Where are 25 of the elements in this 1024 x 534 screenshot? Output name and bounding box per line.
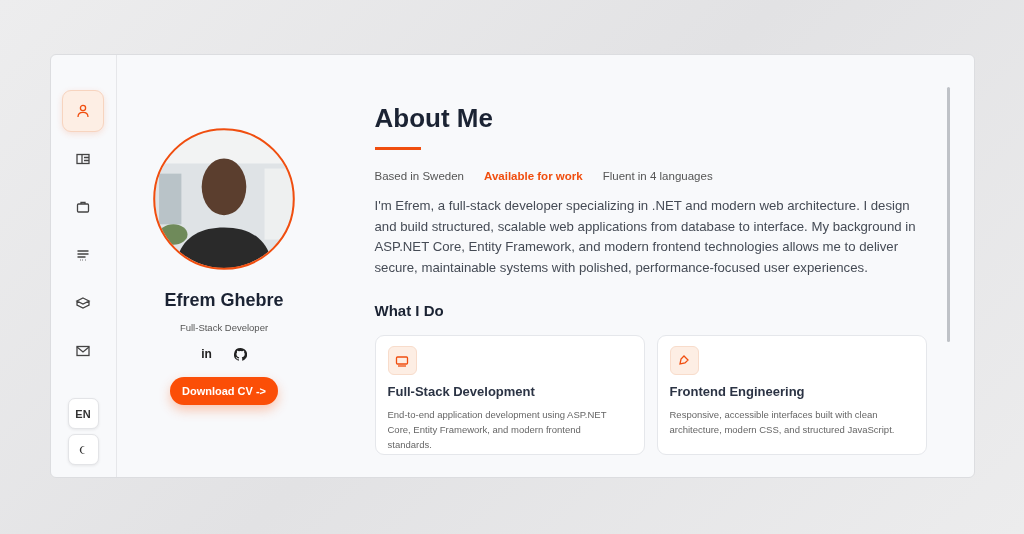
monitor-icon (387, 346, 417, 375)
service-title: Full-Stack Development (387, 384, 536, 399)
layout-icon (75, 151, 91, 167)
bio-paragraph: I'm Efrem, a full-stack developer specializing in .NET and modern web architecture. I design and build structured, scalable web applications from database to interface. My background in ASP.NET Core, Entity Framework, and modern frontend technologies allows me to deliver secure, maintainable systems with polished, performance-focused user experiences. (374, 197, 917, 277)
section-title: About Me (374, 103, 494, 134)
pen-icon (669, 346, 699, 375)
scrollbar[interactable] (946, 87, 950, 342)
box-icon (75, 295, 91, 311)
github-icon[interactable] (233, 347, 247, 361)
service-description: End-to-end application development using ASP.NET Core, Entity Framework, and modern frontend standards. (387, 408, 608, 452)
service-description: Responsive, accessible interfaces built with clean architecture, modern CSS, and structured JavaScript. (669, 408, 896, 437)
profile-role: Full-Stack Developer (179, 322, 269, 333)
person-icon (75, 103, 91, 119)
section-subtitle: What I Do (374, 302, 445, 319)
list-icon (75, 247, 91, 263)
briefcase-icon (75, 199, 91, 215)
fact-text: Based in Sweden (374, 170, 464, 182)
linkedin-link[interactable]: in (201, 347, 212, 361)
mail-icon (75, 343, 91, 359)
profile-name: Efrem Ghebre (164, 290, 284, 311)
theme-toggle-button[interactable] (67, 434, 99, 465)
service-title: Frontend Engineering (669, 384, 806, 399)
availability-status: Available for work (484, 170, 583, 182)
language-button[interactable]: EN (67, 398, 99, 429)
fact-text: Fluent in 4 languages (602, 170, 713, 182)
